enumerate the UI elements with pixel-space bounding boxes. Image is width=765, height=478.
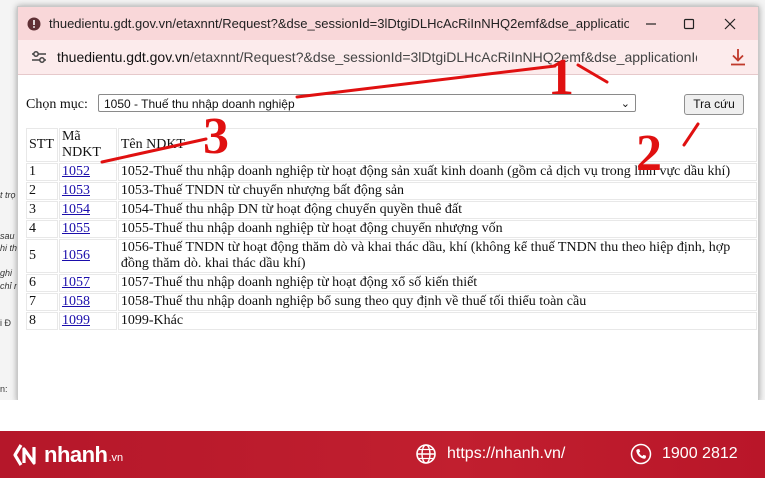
globe-icon [416,444,436,464]
phone-number[interactable]: 1900 2812 [662,445,738,463]
phone-icon [630,443,652,465]
brand-logo: nhanh .vn [12,441,123,469]
brand-suffix: .vn [108,452,124,464]
tutorial-annotations: 1 2 3 [100,49,700,182]
annotation-number-2: 2 [636,125,662,182]
footer-website[interactable]: https://nhanh.vn/ [415,443,565,465]
footer-phone[interactable]: 1900 2812 [630,443,738,465]
brand-name: nhanh [44,442,108,467]
annotation-line-3 [100,137,208,164]
brand-mark-icon [13,444,36,466]
annotation-line-1b [576,63,609,84]
annotation-number-3: 3 [203,108,229,165]
annotation-number-1: 1 [548,49,574,106]
website-url[interactable]: https://nhanh.vn/ [447,445,565,463]
annotation-line-1 [295,64,557,99]
annotation-line-2 [682,122,700,147]
